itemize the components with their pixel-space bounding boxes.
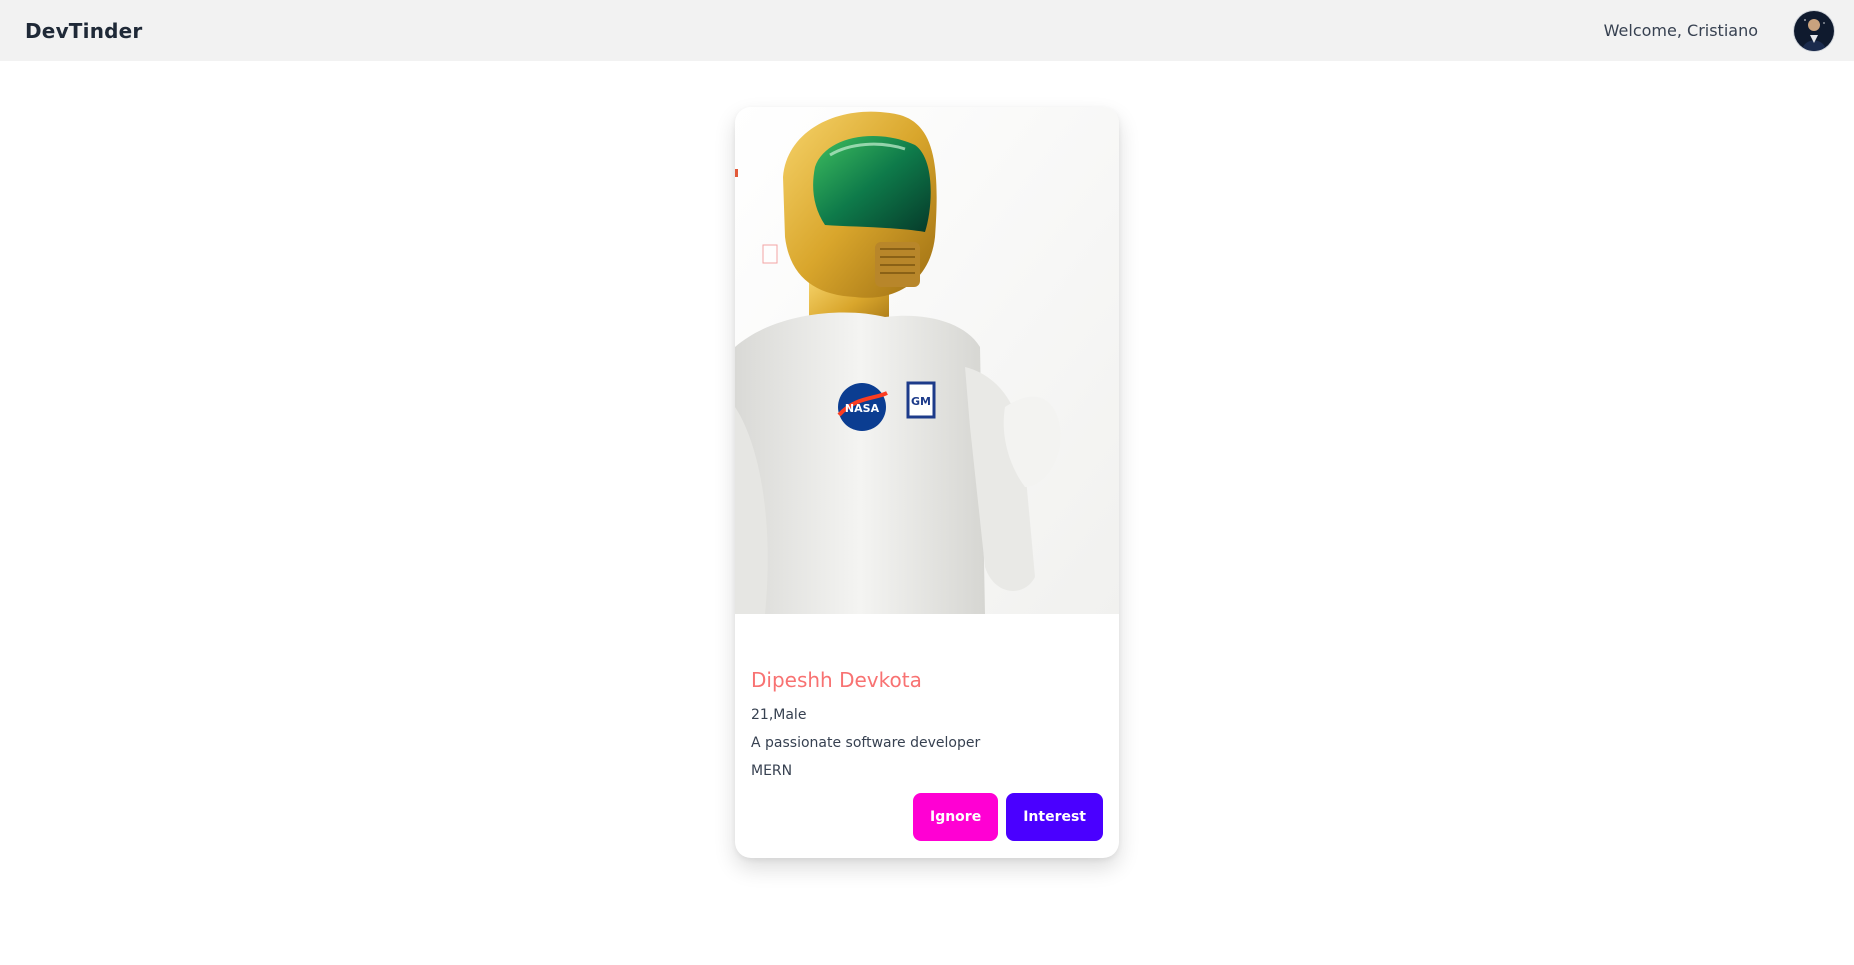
user-about: A passionate software developer xyxy=(751,735,981,751)
user-skills: MERN xyxy=(751,763,793,779)
brand-logo-link[interactable]: DevTinder xyxy=(25,19,142,43)
user-avatar-icon[interactable] xyxy=(1794,10,1834,51)
navbar-user-area: Welcome, Cristiano xyxy=(1603,10,1834,51)
card-actions: Ignore Interest xyxy=(912,793,1103,841)
feed-user-card: NASA GM Dipeshh Devkota 21,Male A passio… xyxy=(735,107,1119,858)
navbar: DevTinder Welcome, Cristiano xyxy=(0,0,1854,61)
interest-button[interactable]: Interest xyxy=(1006,793,1103,841)
welcome-text: Welcome, Cristiano xyxy=(1603,21,1758,40)
user-age-gender: 21,Male xyxy=(751,707,807,723)
svg-text:GM: GM xyxy=(911,395,931,408)
profile-photo-icon: NASA GM xyxy=(735,107,1119,614)
svg-text:NASA: NASA xyxy=(845,402,880,415)
ignore-button[interactable]: Ignore xyxy=(912,793,999,841)
card-body: Dipeshh Devkota 21,Male A passionate sof… xyxy=(751,667,1103,789)
user-name: Dipeshh Devkota xyxy=(751,668,922,692)
